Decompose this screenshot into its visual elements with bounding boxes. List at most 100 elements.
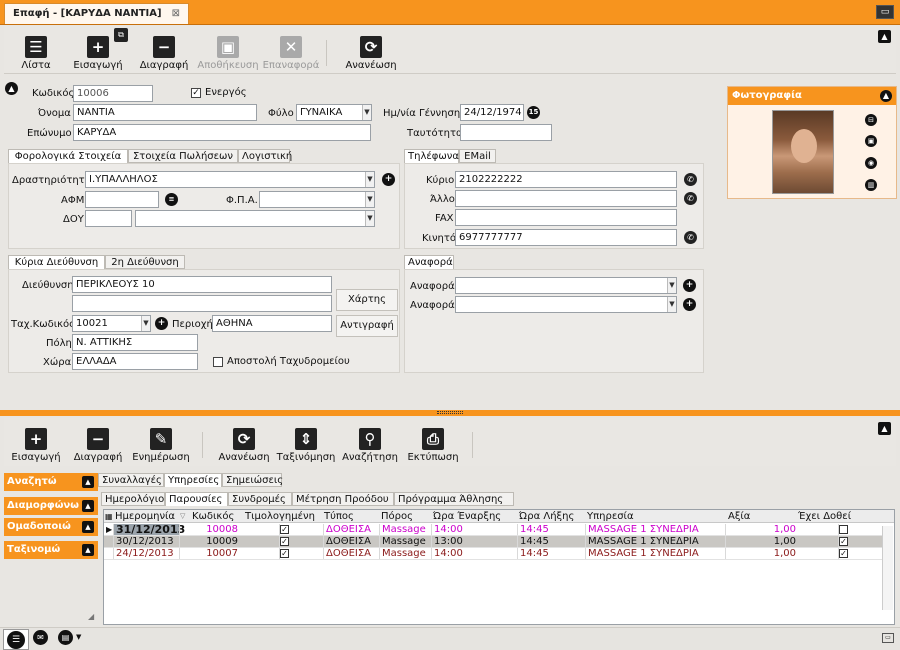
save-photo-icon[interactable]: ▣	[865, 135, 877, 147]
lookup-afm-icon[interactable]: ≡	[165, 193, 178, 206]
collapse-detail-toolbar-icon[interactable]: ▲	[878, 422, 891, 435]
tab-services[interactable]: Υπηρεσίες	[164, 473, 222, 487]
column-header-value[interactable]: Αξία	[728, 510, 750, 523]
reference2-select[interactable]: ▼	[455, 296, 677, 313]
phone-icon[interactable]: ✆	[684, 192, 697, 205]
other-phone-field[interactable]	[455, 190, 677, 207]
collapse-toolbar-icon[interactable]: ▲	[878, 30, 891, 43]
mobile-field[interactable]: 6977777777	[455, 229, 677, 246]
detail-print-button[interactable]: ⎙ Εκτύπωση	[404, 428, 462, 463]
tab-accounting[interactable]: Λογιστική	[238, 149, 292, 163]
table-row[interactable]: 24/12/2013 10007 ✓ ΔΟΘΕΙΣΑ Massage 14:00 14:45…	[104, 548, 886, 560]
column-header-date[interactable]: Ημερομηνία	[115, 510, 175, 523]
tab-email[interactable]: EMail	[459, 149, 496, 163]
column-header-end[interactable]: Ώρα Λήξης	[519, 510, 574, 523]
column-header-invoiced[interactable]: Τιμολογημένη	[245, 510, 315, 523]
main-phone-field[interactable]: 2102222222	[455, 171, 677, 188]
close-tab-icon[interactable]: ⊠	[172, 8, 180, 19]
grid-config-icon[interactable]: ▦	[105, 510, 113, 523]
city-field[interactable]: Ν. ΑΤΤΙΚΗΣ	[72, 334, 198, 351]
phone-icon[interactable]: ✆	[684, 173, 697, 186]
fax-field[interactable]	[455, 209, 677, 226]
add-reference1-icon[interactable]: +	[683, 279, 696, 292]
zip-select[interactable]: 10021 ▼	[72, 315, 151, 332]
detail-refresh-button[interactable]: ⟳ Ανανέωση	[216, 428, 272, 463]
tab-main-address[interactable]: Κύρια Διεύθυνση	[8, 255, 105, 269]
detail-delete-button[interactable]: − Διαγραφή	[72, 428, 124, 463]
tab-subscriptions[interactable]: Συνδρομές	[228, 492, 292, 506]
side-item-configure[interactable]: Διαμορφώνω ▲	[4, 497, 98, 515]
gender-select[interactable]: ΓΥΝΑΙΚΑ ▼	[296, 104, 372, 121]
side-item-group[interactable]: Ομαδοποιώ ▲	[4, 518, 98, 536]
refresh-button[interactable]: ⟳ Ανανέωση	[342, 36, 400, 71]
given-checkbox[interactable]: ✓	[839, 549, 848, 558]
birthdate-field[interactable]: 24/12/1974	[460, 104, 524, 121]
last-name-field[interactable]: ΚΑΡΥΔΑ	[73, 124, 371, 141]
detail-sort-button[interactable]: ⇕ Ταξινόμηση	[274, 428, 338, 463]
activity-select[interactable]: Ι.ΥΠΑΛΛΗΛΟΣ ▼	[85, 171, 375, 188]
collapse-form-icon[interactable]: ▲	[5, 82, 18, 95]
country-field[interactable]: ΕΛΛΑΔΑ	[72, 353, 198, 370]
tab-sales-info[interactable]: Στοιχεία Πωλήσεων	[128, 149, 238, 163]
tab-phones[interactable]: Τηλέφωνα	[404, 149, 459, 163]
side-item-sort[interactable]: Ταξινομώ ▲	[4, 541, 98, 559]
code-field[interactable]: 10006	[73, 85, 153, 102]
tab-transactions[interactable]: Συναλλαγές	[98, 473, 164, 487]
collapse-photo-icon[interactable]: ▲	[880, 90, 892, 102]
phone-icon[interactable]: ✆	[684, 231, 697, 244]
add-activity-icon[interactable]: +	[382, 173, 395, 186]
first-name-field[interactable]: ΝΑΝΤΙΑ	[73, 104, 257, 121]
tab-attendance[interactable]: Παρουσίες	[165, 492, 228, 506]
list-view-toggle[interactable]: ☰	[3, 629, 29, 650]
reference1-select[interactable]: ▼	[455, 277, 677, 294]
column-header-given[interactable]: Έχει Δοθεί	[798, 510, 851, 523]
doy-select[interactable]: ▼	[135, 210, 375, 227]
invoiced-checkbox[interactable]: ✓	[280, 525, 289, 534]
tab-tax-info[interactable]: Φορολογικά Στοιχεία	[8, 149, 128, 163]
tab-notes[interactable]: Σημειώσεις	[222, 473, 283, 487]
vat-select[interactable]: ▼	[259, 191, 375, 208]
add-reference2-icon[interactable]: +	[683, 298, 696, 311]
doy-code-field[interactable]	[85, 210, 132, 227]
street2-field[interactable]	[72, 295, 332, 312]
copy-icon[interactable]: ⧉	[114, 28, 128, 42]
resize-grip-icon[interactable]: ◢	[88, 612, 97, 621]
tab-progress[interactable]: Μέτρηση Προόδου	[292, 492, 394, 506]
splitter[interactable]	[0, 410, 900, 416]
invoiced-checkbox[interactable]: ✓	[280, 549, 289, 558]
save-button[interactable]: ▣ Αποθήκευση	[196, 36, 260, 71]
area-field[interactable]: ΑΘΗΝΑ	[212, 315, 332, 332]
given-checkbox[interactable]: ✓	[839, 537, 848, 546]
detail-search-button[interactable]: ⚲ Αναζήτηση	[340, 428, 400, 463]
column-header-code[interactable]: Κωδικός	[192, 510, 234, 523]
tab-calendar[interactable]: Ημερολόγιο	[101, 492, 165, 506]
side-item-search[interactable]: Αναζητώ ▲	[4, 473, 98, 491]
column-header-type[interactable]: Τύπος	[324, 510, 354, 523]
delete-button[interactable]: − Διαγραφή	[138, 36, 190, 71]
mail-icon[interactable]: ✉	[33, 630, 48, 645]
revert-button[interactable]: ✕ Επαναφορά	[260, 36, 322, 71]
trash-icon[interactable]: ▥	[865, 179, 877, 191]
window-menu-icon[interactable]: ▭	[876, 5, 894, 19]
given-checkbox[interactable]	[839, 525, 848, 534]
invoiced-checkbox[interactable]: ✓	[280, 537, 289, 546]
calendar-icon[interactable]: 15	[527, 106, 540, 119]
keyboard-icon[interactable]: ▭	[882, 633, 894, 643]
detail-insert-button[interactable]: + Εισαγωγή	[10, 428, 62, 463]
tab-references[interactable]: Αναφορά	[404, 255, 454, 269]
tab-second-address[interactable]: 2η Διεύθυνση	[105, 255, 185, 269]
column-header-start[interactable]: Ώρα Έναρξης	[433, 510, 501, 523]
camera-icon[interactable]: ◉	[865, 157, 877, 169]
tab-training-program[interactable]: Πρόγραμμα Άθλησης	[394, 492, 514, 506]
copy-button[interactable]: Αντιγραφή	[336, 315, 398, 337]
map-button[interactable]: Χάρτης	[336, 289, 398, 311]
splitter-grip[interactable]	[437, 411, 463, 414]
send-mail-checkbox[interactable]	[213, 357, 223, 367]
table-row[interactable]: ▶ 31/12/2013 10008 ✓ ΔΟΘΕΙΣΑ Massage 14:00 14:4…	[104, 524, 886, 536]
table-row[interactable]: 30/12/2013 10009 ✓ ΔΟΘΕΙΣΑ Massage 13:00 14:45…	[104, 536, 886, 548]
folder-icon[interactable]: ▤	[58, 630, 73, 645]
detail-update-button[interactable]: ✎ Ενημέρωση	[132, 428, 190, 463]
table-scrollbar[interactable]	[882, 526, 893, 610]
add-zip-icon[interactable]: +	[155, 317, 168, 330]
load-photo-icon[interactable]: ⊟	[865, 114, 877, 126]
